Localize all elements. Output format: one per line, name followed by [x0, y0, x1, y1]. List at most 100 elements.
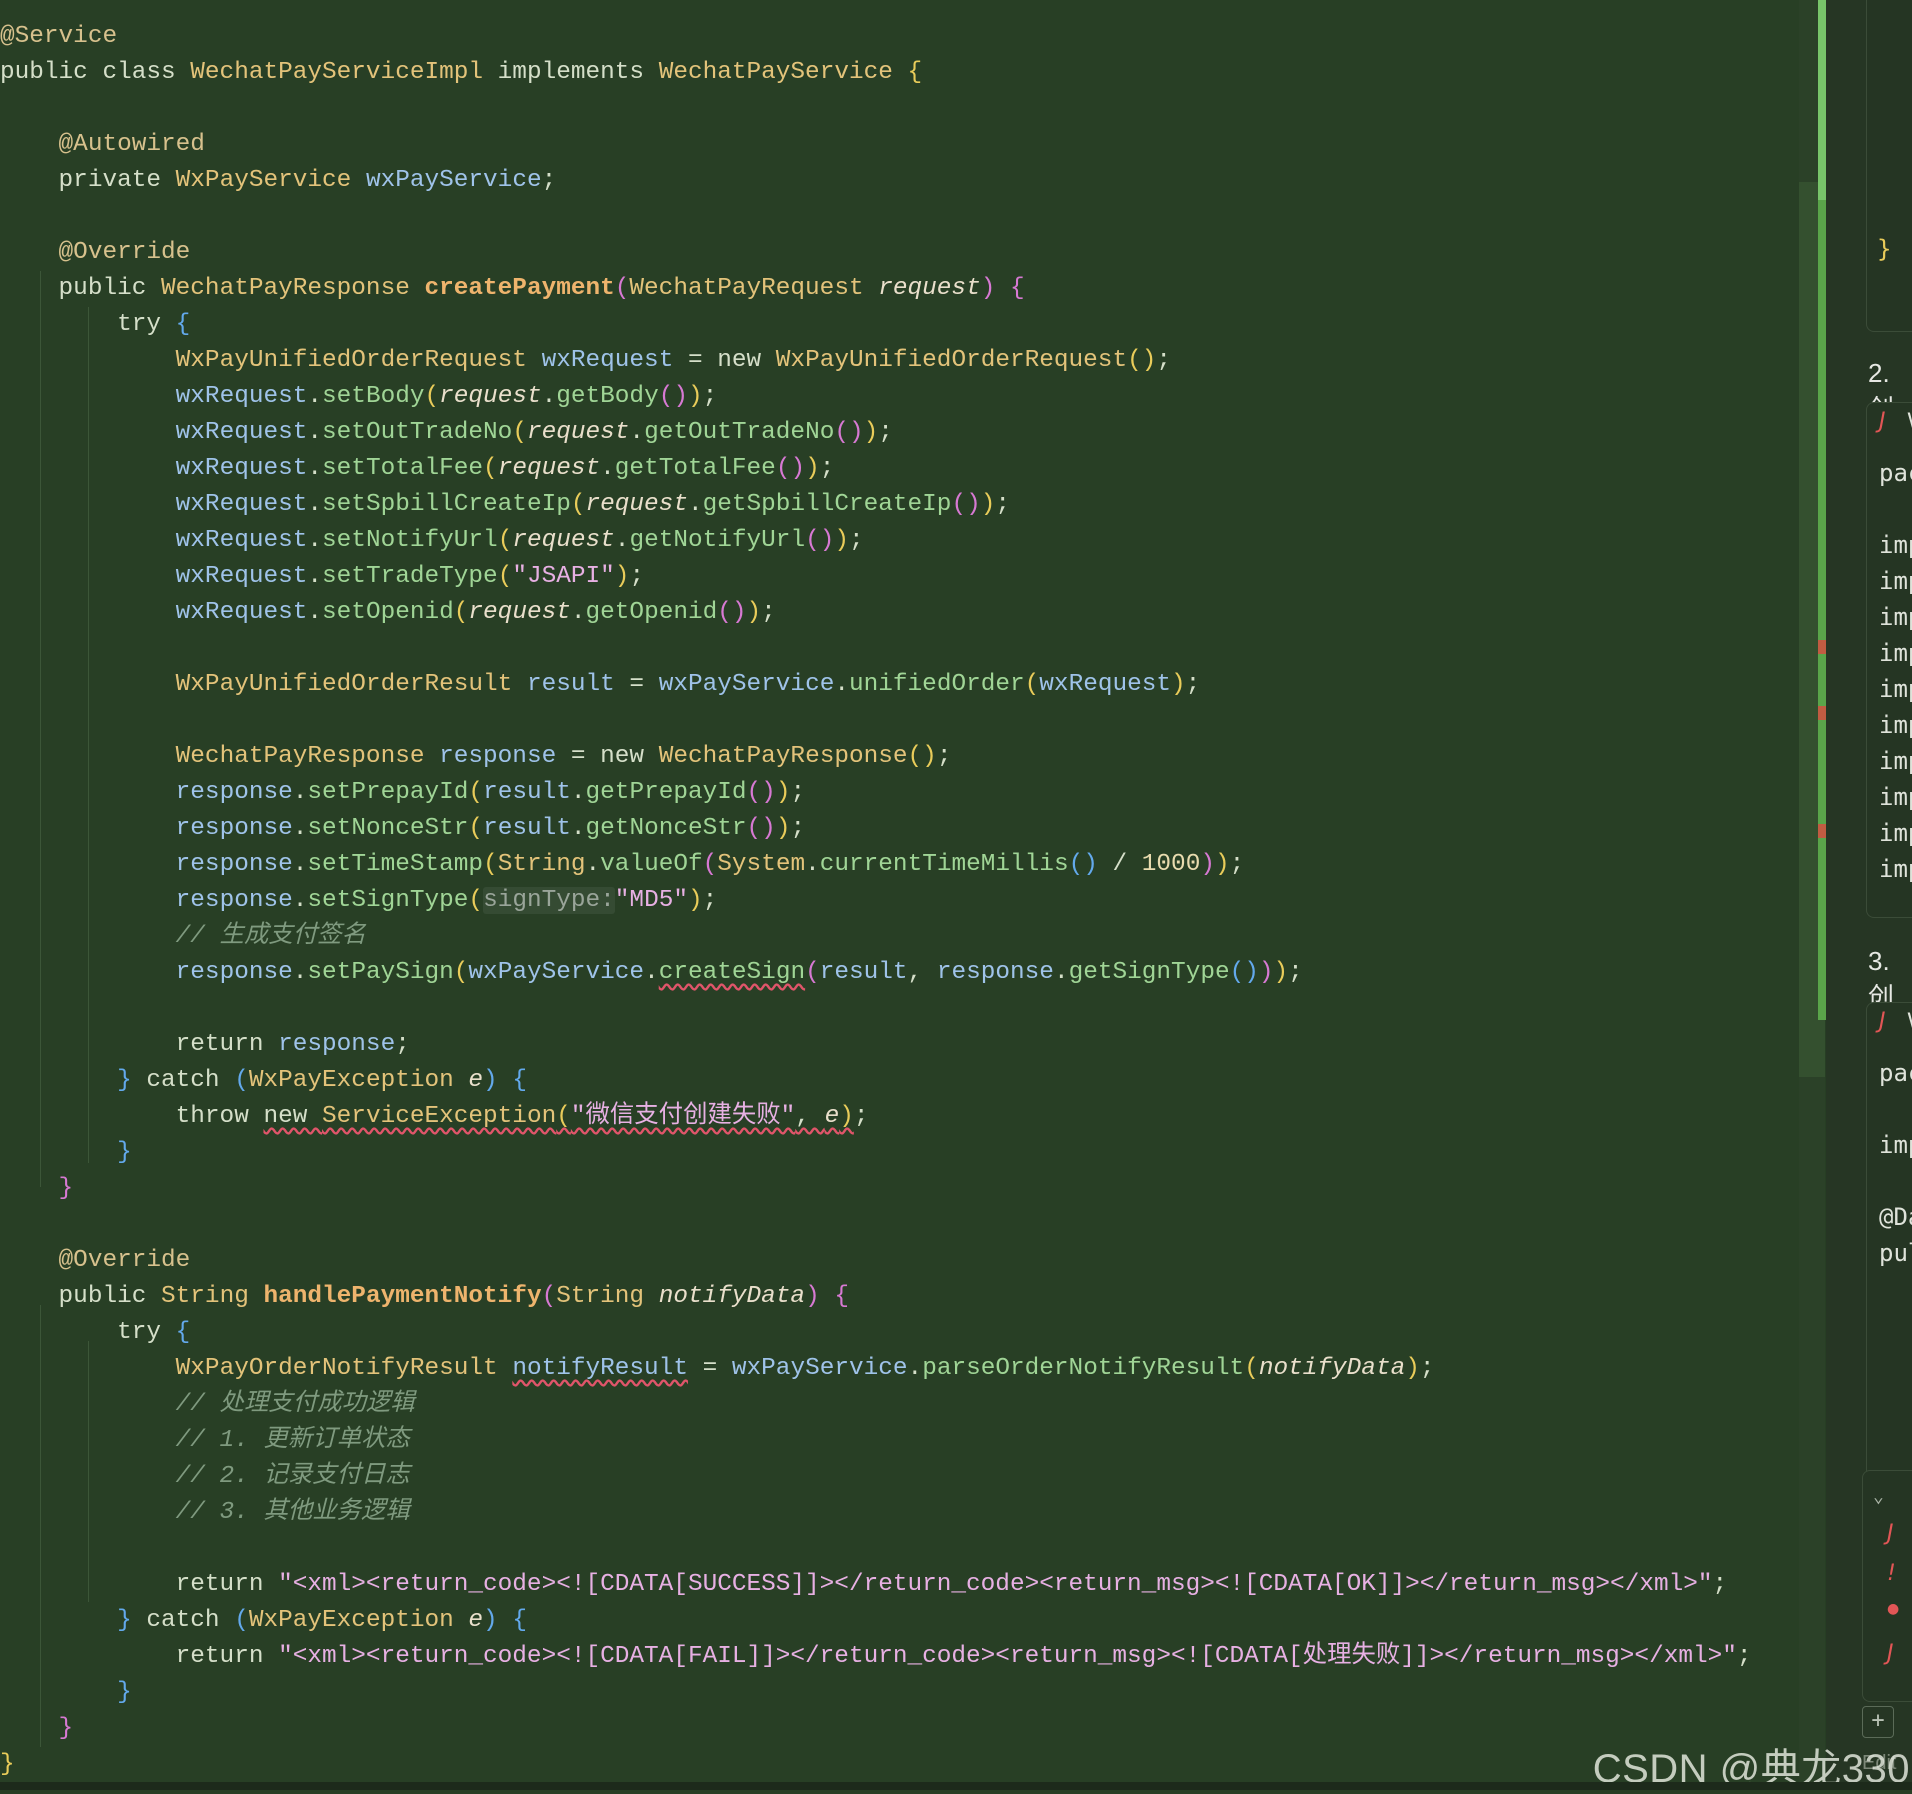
code-token: request	[585, 491, 688, 518]
code-line[interactable]: WxPayUnifiedOrderResult result = wxPaySe…	[0, 667, 1752, 703]
code-line[interactable]	[0, 631, 1752, 667]
code-token: wxRequest	[175, 419, 308, 446]
code-token: ;	[1736, 1643, 1752, 1670]
code-line[interactable]: // 处理支付成功逻辑	[0, 1387, 1752, 1423]
java-file-icon[interactable]: J	[1887, 1521, 1894, 1546]
code-line[interactable]: }	[0, 1711, 1752, 1747]
code-line[interactable]: response.setPrepayId(result.getPrepayId(…	[0, 775, 1752, 811]
error-marker[interactable]	[1818, 640, 1826, 654]
code-token: String	[497, 851, 586, 878]
code-token: )	[1258, 959, 1274, 986]
code-line[interactable]	[0, 1531, 1752, 1567]
code-line[interactable]: wxRequest.setOpenid(request.getOpenid())…	[0, 595, 1752, 631]
code-line[interactable]: return "<xml><return_code><![CDATA[SUCCE…	[0, 1567, 1752, 1603]
code-token: .	[570, 779, 586, 806]
code-line[interactable]: public WechatPayResponse createPayment(W…	[0, 271, 1752, 307]
add-button[interactable]: +	[1862, 1706, 1894, 1738]
code-editor[interactable]: @Service public class WechatPayServiceImp…	[0, 0, 1818, 1790]
code-line[interactable]: }	[0, 1675, 1752, 1711]
code-line[interactable]: }	[0, 1171, 1752, 1207]
code-line[interactable]: // 生成支付签名	[0, 919, 1752, 955]
code-token: WxPayException	[248, 1607, 454, 1634]
code-line[interactable]: @Override	[0, 235, 1752, 271]
code-token: }	[0, 1715, 74, 1742]
code-line[interactable]: @Service	[0, 19, 1752, 55]
code-line[interactable]: // 3. 其他业务逻辑	[0, 1495, 1752, 1531]
code-token: WechatPayServiceImpl	[190, 59, 484, 86]
code-line[interactable]: try {	[0, 307, 1752, 343]
code-token: // 生成支付签名	[0, 923, 366, 950]
code-line[interactable]: wxRequest.setTradeType("JSAPI");	[0, 559, 1752, 595]
code-token: )	[863, 419, 879, 446]
code-token: }	[0, 1679, 132, 1706]
code-token: ;	[849, 527, 864, 554]
code-token: setTradeType	[322, 563, 498, 590]
code-line[interactable]: wxRequest.setOutTradeNo(request.getOutTr…	[0, 415, 1752, 451]
code-token: "JSAPI"	[512, 563, 615, 590]
code-line[interactable]: }	[0, 1747, 1752, 1783]
code-token: setBody	[322, 383, 425, 410]
code-token: WxPayService	[175, 167, 352, 194]
code-token: (	[234, 1067, 249, 1094]
code-line[interactable]: @Autowired	[0, 127, 1752, 163]
changes-panel[interactable]: ⌄ J ! ● J	[1862, 1470, 1912, 1702]
code-line[interactable]: response.setNonceStr(result.getNonceStr(…	[0, 811, 1752, 847]
code-line[interactable]: // 2. 记录支付日志	[0, 1459, 1752, 1495]
code-token: )	[746, 599, 762, 626]
code-token: )	[1200, 851, 1215, 878]
code-line[interactable]: response.setPaySign(wxPayService.createS…	[0, 955, 1752, 991]
code-line[interactable]: wxRequest.setSpbillCreateIp(request.getS…	[0, 487, 1752, 523]
code-token: ;	[761, 599, 776, 626]
error-marker[interactable]	[1818, 706, 1826, 720]
code-token: wxRequest	[175, 527, 308, 554]
code-line[interactable]: wxRequest.setBody(request.getBody());	[0, 379, 1752, 415]
code-line[interactable]: return response;	[0, 1027, 1752, 1063]
error-marker[interactable]	[1818, 824, 1826, 838]
code-line[interactable]	[0, 199, 1752, 235]
code-token: )	[1405, 1355, 1420, 1382]
code-line[interactable]: wxRequest.setNotifyUrl(request.getNotify…	[0, 523, 1752, 559]
code-line[interactable]: @Override	[0, 1243, 1752, 1279]
code-token: response	[175, 959, 293, 986]
code-token: WechatPayResponse	[175, 743, 425, 770]
code-line[interactable]: response.setTimeStamp(String.valueOf(Sys…	[0, 847, 1752, 883]
code-line[interactable]: response.setSignType(signType:"MD5");	[0, 883, 1752, 919]
code-line[interactable]: throw new ServiceException("微信支付创建失败", e…	[0, 1099, 1752, 1135]
chevron-down-icon[interactable]: ⌄	[1873, 1479, 1884, 1515]
code-token: }	[0, 1175, 74, 1202]
code-line[interactable]: WxPayOrderNotifyResult notifyResult = wx…	[0, 1351, 1752, 1387]
code-token: request	[526, 419, 630, 446]
code-card-top: }	[1866, 0, 1912, 332]
code-line[interactable]: return "<xml><return_code><![CDATA[FAIL]…	[0, 1639, 1752, 1675]
code-line[interactable]	[0, 703, 1752, 739]
code-token: getSpbillCreateIp	[702, 491, 952, 518]
marker-icon[interactable]: ●	[1887, 1601, 1899, 1617]
code-token: result	[483, 815, 571, 842]
code-line[interactable]: try {	[0, 1315, 1752, 1351]
code-token: (	[453, 959, 469, 986]
code-token: @Override	[0, 239, 191, 266]
code-line[interactable]	[0, 1207, 1752, 1243]
code-token: .	[907, 1355, 923, 1382]
code-line[interactable]: }	[0, 1135, 1752, 1171]
code-line[interactable]	[0, 991, 1752, 1027]
code-line[interactable]: WechatPayResponse response = new WechatP…	[0, 739, 1752, 775]
code-line[interactable]: public class WechatPayServiceImpl implem…	[0, 55, 1752, 91]
code-token: (	[453, 599, 469, 626]
code-line[interactable]	[0, 91, 1752, 127]
code-token: createSign	[658, 959, 806, 986]
code-line[interactable]: } catch (WxPayException e) {	[0, 1603, 1752, 1639]
code-token: response	[175, 815, 293, 842]
code-area[interactable]: @Service public class WechatPayServiceImp…	[0, 19, 1752, 1783]
code-line[interactable]: } catch (WxPayException e) {	[0, 1063, 1752, 1099]
java-file-icon[interactable]: J	[1887, 1641, 1894, 1666]
code-line[interactable]: wxRequest.setTotalFee(request.getTotalFe…	[0, 451, 1752, 487]
code-line[interactable]: // 1. 更新订单状态	[0, 1423, 1752, 1459]
code-line[interactable]: private WxPayService wxPayService;	[0, 163, 1752, 199]
code-token: response	[278, 1031, 396, 1058]
warning-icon[interactable]: !	[1887, 1561, 1896, 1586]
code-line[interactable]: public String handlePaymentNotify(String…	[0, 1279, 1752, 1315]
code-line[interactable]: WxPayUnifiedOrderRequest wxRequest = new…	[0, 343, 1752, 379]
code-token: = new	[673, 347, 776, 374]
